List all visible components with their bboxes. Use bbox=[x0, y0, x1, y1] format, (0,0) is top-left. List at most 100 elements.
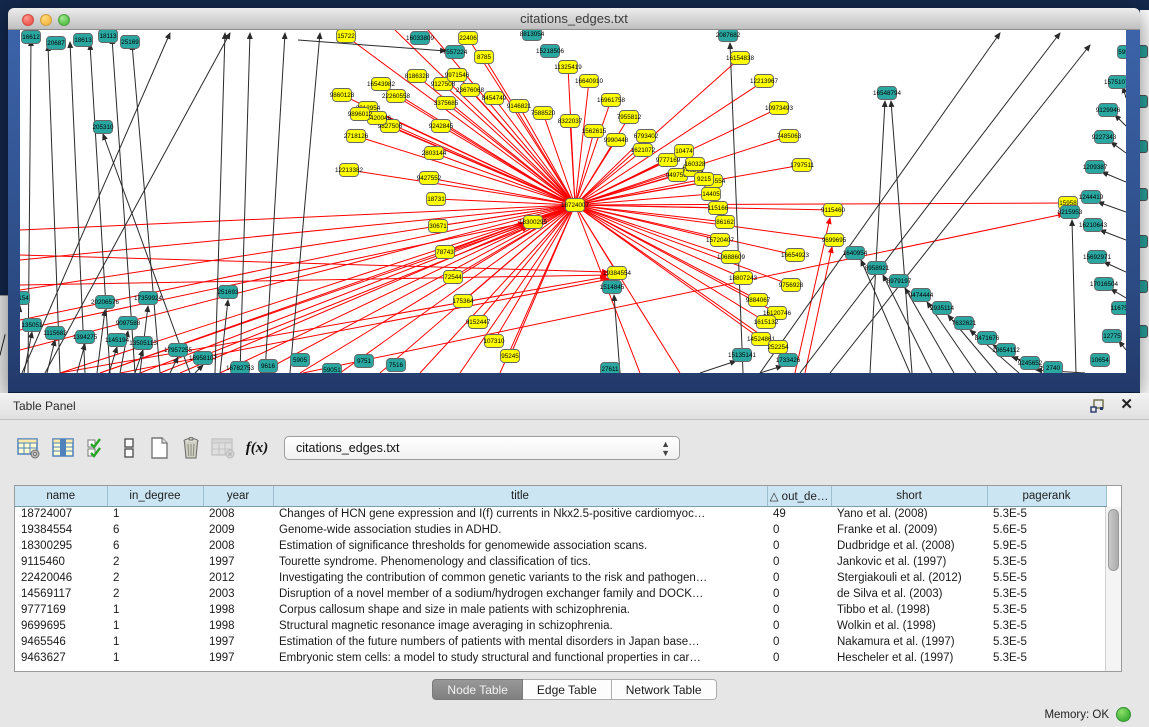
table-cell[interactable]: 9465546 bbox=[15, 634, 107, 650]
table-cell[interactable]: Corpus callosum shape and size in male p… bbox=[273, 602, 767, 618]
table-cell[interactable]: 5.3E-5 bbox=[987, 506, 1106, 522]
table-cell[interactable]: Jankovic et al. (1997) bbox=[831, 554, 987, 570]
table-cell[interactable]: 9115460 bbox=[15, 554, 107, 570]
column-header-out_de[interactable]: △ out_de… bbox=[767, 486, 831, 506]
table-cell[interactable]: 0 bbox=[767, 618, 831, 634]
table-row[interactable]: 911546021997Tourette syndrome. Phenomeno… bbox=[15, 554, 1121, 570]
column-header-year[interactable]: year bbox=[203, 486, 273, 506]
table-row[interactable]: 1872400712008Changes of HCN gene express… bbox=[15, 506, 1121, 522]
table-cell[interactable]: 2008 bbox=[203, 538, 273, 554]
function-builder-icon[interactable]: f(x) bbox=[242, 432, 272, 464]
table-cell[interactable]: 2012 bbox=[203, 570, 273, 586]
table-cell[interactable]: 5.3E-5 bbox=[987, 650, 1106, 666]
table-cell[interactable]: 22420046 bbox=[15, 570, 107, 586]
table-cell[interactable]: 1997 bbox=[203, 634, 273, 650]
table-cell[interactable]: Disruption of a novel member of a sodium… bbox=[273, 586, 767, 602]
table-cell[interactable]: Estimation of significance thresholds fo… bbox=[273, 538, 767, 554]
table-cell[interactable]: Franke et al. (2009) bbox=[831, 522, 987, 538]
table-row[interactable]: 1830029562008Estimation of significance … bbox=[15, 538, 1121, 554]
table-cell[interactable]: 18300295 bbox=[15, 538, 107, 554]
table-cell[interactable]: Investigating the contribution of common… bbox=[273, 570, 767, 586]
table-cell[interactable]: 5.9E-5 bbox=[987, 538, 1106, 554]
delete-column-icon[interactable] bbox=[176, 432, 206, 464]
table-cell[interactable]: 2003 bbox=[203, 586, 273, 602]
window-titlebar[interactable]: citations_edges.txt bbox=[8, 8, 1140, 30]
table-cell[interactable]: 0 bbox=[767, 602, 831, 618]
table-cell[interactable]: 2 bbox=[107, 554, 203, 570]
tab-node-table[interactable]: Node Table bbox=[432, 679, 523, 700]
table-row[interactable]: 946554611997Estimation of the future num… bbox=[15, 634, 1121, 650]
table-cell[interactable]: 5.6E-5 bbox=[987, 522, 1106, 538]
table-row[interactable]: 1938455462009Genome-wide association stu… bbox=[15, 522, 1121, 538]
table-cell[interactable]: Wolkin et al. (1998) bbox=[831, 618, 987, 634]
table-cell[interactable]: 5.3E-5 bbox=[987, 602, 1106, 618]
table-cell[interactable]: Tibbo et al. (1998) bbox=[831, 602, 987, 618]
table-cell[interactable]: Genome-wide association studies in ADHD. bbox=[273, 522, 767, 538]
table-cell[interactable]: Yano et al. (2008) bbox=[831, 506, 987, 522]
table-cell[interactable]: Changes of HCN gene expression and I(f) … bbox=[273, 506, 767, 522]
table-row[interactable]: 1456911722003Disruption of a novel membe… bbox=[15, 586, 1121, 602]
close-panel-icon[interactable]: ✕ bbox=[1120, 397, 1133, 413]
table-cell[interactable]: 0 bbox=[767, 538, 831, 554]
table-cell[interactable]: Hescheler et al. (1997) bbox=[831, 650, 987, 666]
table-cell[interactable]: 0 bbox=[767, 570, 831, 586]
tab-edge-table[interactable]: Edge Table bbox=[523, 679, 612, 700]
table-cell[interactable]: 19384554 bbox=[15, 522, 107, 538]
table-row[interactable]: 969969511998Structural magnetic resonanc… bbox=[15, 618, 1121, 634]
table-cell[interactable]: 5.3E-5 bbox=[987, 586, 1106, 602]
table-cell[interactable]: Tourette syndrome. Phenomenology and cla… bbox=[273, 554, 767, 570]
table-cell[interactable]: 5.3E-5 bbox=[987, 554, 1106, 570]
table-cell[interactable]: 1 bbox=[107, 602, 203, 618]
table-cell[interactable]: 2009 bbox=[203, 522, 273, 538]
table-row[interactable]: 2242004622012Investigating the contribut… bbox=[15, 570, 1121, 586]
create-column-icon[interactable] bbox=[144, 432, 174, 464]
table-cell[interactable]: Stergiakouli et al. (2012) bbox=[831, 570, 987, 586]
table-cell[interactable]: 2 bbox=[107, 570, 203, 586]
table-cell[interactable]: 0 bbox=[767, 586, 831, 602]
memory-indicator-icon[interactable] bbox=[1116, 707, 1131, 722]
table-cell[interactable]: 2008 bbox=[203, 506, 273, 522]
table-cell[interactable]: 2 bbox=[107, 586, 203, 602]
table-row[interactable]: 977716911998Corpus callosum shape and si… bbox=[15, 602, 1121, 618]
table-cell[interactable]: 9777169 bbox=[15, 602, 107, 618]
table-cell[interactable]: 49 bbox=[767, 506, 831, 522]
table-cell[interactable]: 0 bbox=[767, 650, 831, 666]
table-cell[interactable]: 18724007 bbox=[15, 506, 107, 522]
vertical-scrollbar[interactable] bbox=[1105, 507, 1121, 671]
column-header-in_degree[interactable]: in_degree bbox=[107, 486, 203, 506]
scrollbar-thumb[interactable] bbox=[1108, 509, 1119, 571]
table-cell[interactable]: 1998 bbox=[203, 618, 273, 634]
show-columns-icon[interactable] bbox=[48, 432, 78, 464]
table-cell[interactable]: 1997 bbox=[203, 554, 273, 570]
table-cell[interactable]: 1997 bbox=[203, 650, 273, 666]
table-cell[interactable]: 0 bbox=[767, 522, 831, 538]
table-cell[interactable]: 5.3E-5 bbox=[987, 618, 1106, 634]
table-cell[interactable]: Estimation of the future numbers of pati… bbox=[273, 634, 767, 650]
table-cell[interactable]: 0 bbox=[767, 554, 831, 570]
table-cell[interactable]: Nakamura et al. (1997) bbox=[831, 634, 987, 650]
tab-network-table[interactable]: Network Table bbox=[612, 679, 717, 700]
table-cell[interactable]: 0 bbox=[767, 634, 831, 650]
table-cell[interactable]: 1 bbox=[107, 506, 203, 522]
float-panel-icon[interactable] bbox=[1090, 399, 1105, 413]
table-cell[interactable]: 1 bbox=[107, 634, 203, 650]
table-cell[interactable]: 9699695 bbox=[15, 618, 107, 634]
table-row[interactable]: 946362711997Embryonic stem cells: a mode… bbox=[15, 650, 1121, 666]
table-cell[interactable]: Structural magnetic resonance image aver… bbox=[273, 618, 767, 634]
network-canvas[interactable]: 1872400798601288912954222605589827508165… bbox=[20, 30, 1126, 373]
table-cell[interactable]: Dudbridge et al. (2008) bbox=[831, 538, 987, 554]
table-cell[interactable]: 1 bbox=[107, 650, 203, 666]
column-header-pagerank[interactable]: pagerank bbox=[987, 486, 1106, 506]
table-cell[interactable]: 1 bbox=[107, 618, 203, 634]
column-header-short[interactable]: short bbox=[831, 486, 987, 506]
citation-network-graph[interactable]: 1872400798601288912954222605589827508165… bbox=[20, 30, 1126, 373]
table-cell[interactable]: de Silva et al. (2003) bbox=[831, 586, 987, 602]
table-selector-dropdown[interactable]: citations_edges.txt ▲▼ bbox=[284, 436, 680, 460]
table-cell[interactable]: 5.3E-5 bbox=[987, 634, 1106, 650]
table-cell[interactable]: 14569117 bbox=[15, 586, 107, 602]
column-header-name[interactable]: name bbox=[15, 486, 107, 506]
select-columns-icon[interactable] bbox=[82, 432, 112, 464]
table-cell[interactable]: 6 bbox=[107, 522, 203, 538]
table-cell[interactable]: 5.5E-5 bbox=[987, 570, 1106, 586]
row-height-icon[interactable] bbox=[114, 432, 144, 464]
